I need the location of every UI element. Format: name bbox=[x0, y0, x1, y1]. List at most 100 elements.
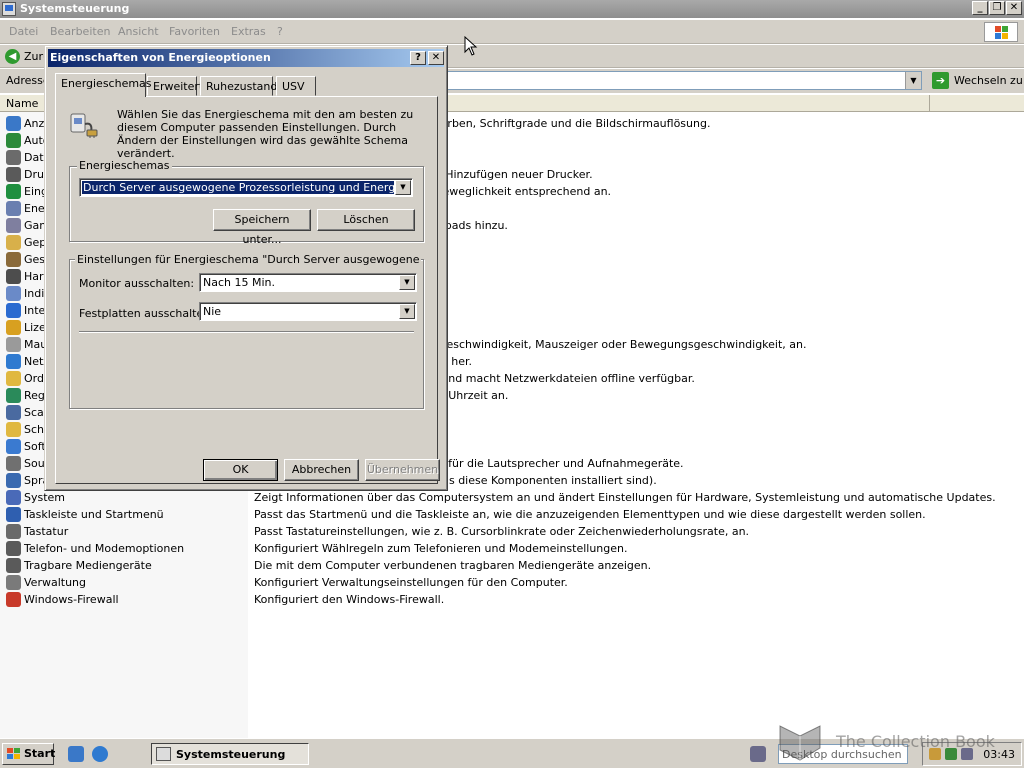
tab-erweitert[interactable]: Erweitert bbox=[147, 76, 203, 96]
chevron-down-icon[interactable]: ▼ bbox=[395, 180, 411, 195]
menu-datei[interactable]: Datei bbox=[9, 25, 38, 38]
delete-button[interactable]: Löschen bbox=[317, 209, 415, 231]
item-name: Tastatur bbox=[24, 525, 69, 538]
item-icon bbox=[6, 150, 21, 165]
item-icon bbox=[6, 167, 21, 182]
list-item[interactable]: Tastatur Passt Tastatureinstellungen, wie… bbox=[0, 523, 1024, 540]
chevron-down-icon[interactable]: ▼ bbox=[399, 275, 415, 290]
schemes-group-label: Energieschemas bbox=[77, 159, 172, 172]
item-icon bbox=[6, 422, 21, 437]
go-arrow-icon[interactable]: ➔ bbox=[932, 72, 949, 89]
menu-extras[interactable]: Extras bbox=[231, 25, 266, 38]
item-icon bbox=[6, 558, 21, 573]
back-arrow-icon[interactable]: ◀ bbox=[5, 49, 20, 64]
item-icon bbox=[6, 541, 21, 556]
mouse-cursor-icon bbox=[464, 36, 478, 56]
separator bbox=[79, 331, 414, 333]
power-plug-icon bbox=[70, 113, 98, 138]
apply-button[interactable]: Übernehmen bbox=[365, 459, 440, 481]
item-name: Tragbare Mediengeräte bbox=[24, 559, 152, 572]
menu-bar: Datei Bearbeiten Ansicht Favoriten Extra… bbox=[0, 20, 1024, 44]
disk-select[interactable]: Nie ▼ bbox=[199, 302, 417, 321]
item-name: System bbox=[24, 491, 66, 504]
start-label: Start bbox=[24, 747, 56, 760]
dialog-help-button[interactable]: ? bbox=[410, 51, 426, 65]
item-icon bbox=[6, 439, 21, 454]
item-icon bbox=[6, 507, 21, 522]
item-description: Passt das Startmenü und die Taskleiste a… bbox=[254, 508, 926, 521]
item-icon bbox=[6, 388, 21, 403]
scheme-select[interactable]: Durch Server ausgewogene Prozessorleistu… bbox=[79, 178, 413, 197]
item-icon bbox=[6, 320, 21, 335]
address-dropdown-icon[interactable]: ▼ bbox=[905, 72, 921, 89]
menu-bearbeiten[interactable]: Bearbeiten bbox=[50, 25, 110, 38]
item-name: Verwaltung bbox=[24, 576, 86, 589]
item-icon bbox=[6, 405, 21, 420]
item-icon bbox=[6, 184, 21, 199]
list-item[interactable]: Verwaltung Konfiguriert Verwaltungseinste… bbox=[0, 574, 1024, 591]
minimize-button[interactable]: _ bbox=[972, 1, 988, 15]
window-title: Systemsteuerung bbox=[20, 2, 130, 15]
save-as-button[interactable]: Speichern unter... bbox=[213, 209, 311, 246]
item-icon bbox=[6, 456, 21, 471]
windows-logo-icon bbox=[984, 22, 1018, 42]
item-icon bbox=[6, 303, 21, 318]
item-icon bbox=[6, 575, 21, 590]
task-label: Systemsteuerung bbox=[176, 748, 286, 761]
item-name: Telefon- und Modemoptionen bbox=[24, 542, 185, 555]
item-icon bbox=[6, 337, 21, 352]
list-item[interactable]: Taskleiste und Startmenü Passt das Startm… bbox=[0, 506, 1024, 523]
internet-explorer-icon[interactable] bbox=[92, 746, 108, 762]
cancel-button[interactable]: Abbrechen bbox=[284, 459, 359, 481]
item-icon bbox=[6, 473, 21, 488]
scheme-select-value: Durch Server ausgewogene Prozessorleistu… bbox=[82, 181, 394, 194]
ok-button[interactable]: OK bbox=[203, 459, 278, 481]
menu-help[interactable]: ? bbox=[277, 25, 283, 38]
tab-energieschemas[interactable]: Energieschemas bbox=[55, 73, 152, 97]
item-icon bbox=[6, 269, 21, 284]
menu-favoriten[interactable]: Favoriten bbox=[169, 25, 220, 38]
go-button[interactable]: Wechseln zu bbox=[954, 74, 1023, 87]
tab-ruhezustand[interactable]: Ruhezustand bbox=[200, 76, 277, 96]
start-button[interactable]: Start bbox=[2, 743, 56, 765]
list-item[interactable]: Telefon- und Modemoptionen Konfiguriert W… bbox=[0, 540, 1024, 557]
list-item[interactable]: Tragbare Mediengeräte Die mit dem Compute… bbox=[0, 557, 1024, 574]
task-systemsteuerung[interactable]: Systemsteuerung bbox=[151, 743, 309, 765]
monitor-select[interactable]: Nach 15 Min. ▼ bbox=[199, 273, 417, 292]
search-app-icon[interactable] bbox=[750, 746, 766, 762]
show-desktop-icon[interactable] bbox=[68, 746, 84, 762]
watermark-book-icon bbox=[779, 725, 821, 761]
item-icon bbox=[6, 252, 21, 267]
disk-select-value: Nie bbox=[203, 305, 222, 318]
dialog-title: Eigenschaften von Energieoptionen bbox=[50, 51, 271, 64]
item-icon bbox=[6, 286, 21, 301]
menu-ansicht[interactable]: Ansicht bbox=[118, 25, 159, 38]
item-name: Windows-Firewall bbox=[24, 593, 119, 606]
window-titlebar[interactable]: Systemsteuerung _ ❐ ✕ bbox=[0, 0, 1024, 18]
control-panel-icon bbox=[2, 2, 16, 16]
tab-usv[interactable]: USV bbox=[276, 76, 316, 96]
item-icon bbox=[6, 235, 21, 250]
item-icon bbox=[6, 218, 21, 233]
item-description: Passt Tastatureinstellungen, wie z. B. C… bbox=[254, 525, 750, 538]
item-icon bbox=[6, 592, 21, 607]
item-description: Konfiguriert den Windows-Firewall. bbox=[254, 593, 445, 606]
list-item[interactable]: Windows-Firewall Konfiguriert den Windows… bbox=[0, 591, 1024, 608]
dialog-titlebar[interactable]: Eigenschaften von Energieoptionen ? ✕ bbox=[48, 49, 444, 67]
item-description: Die mit dem Computer verbundenen tragbar… bbox=[254, 559, 652, 572]
list-item[interactable]: System Zeigt Informationen über das Compu… bbox=[0, 489, 1024, 506]
item-description: Zeigt Informationen über das Computersys… bbox=[254, 491, 996, 504]
watermark-text: The Collection Book bbox=[836, 732, 995, 751]
monitor-select-value: Nach 15 Min. bbox=[203, 276, 275, 289]
chevron-down-icon[interactable]: ▼ bbox=[399, 304, 415, 319]
dialog-close-button[interactable]: ✕ bbox=[428, 51, 444, 65]
item-icon bbox=[6, 524, 21, 539]
item-icon bbox=[6, 371, 21, 386]
maximize-button[interactable]: ❐ bbox=[989, 1, 1005, 15]
monitor-label: Monitor ausschalten: bbox=[79, 277, 195, 290]
item-description: Konfiguriert Wählregeln zum Telefonieren… bbox=[254, 542, 628, 555]
item-icon bbox=[6, 354, 21, 369]
power-options-dialog: Eigenschaften von Energieoptionen ? ✕ En… bbox=[44, 45, 448, 491]
windows-flag-icon bbox=[7, 748, 21, 760]
close-button[interactable]: ✕ bbox=[1006, 1, 1022, 15]
